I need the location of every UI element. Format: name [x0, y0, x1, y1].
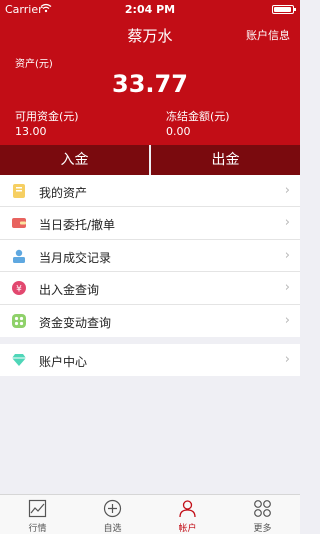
account-menu: 我的资产 › 当日委托/撤单 › 当月成交记录 › ¥ 出入金查询 › 资金变动… [0, 175, 300, 337]
tab-label: 自选 [103, 524, 122, 534]
folder-icon [11, 183, 27, 199]
fund-action-bar: 入金 出金 [0, 145, 300, 175]
status-time: 2:04 PM [124, 3, 176, 16]
dots-icon [11, 313, 27, 329]
deposit-button[interactable]: 入金 [0, 145, 149, 175]
menu-item-my-assets[interactable]: 我的资产 › [0, 175, 300, 208]
menu-item-monthly-trades[interactable]: 当月成交记录 › [0, 240, 300, 273]
wallet-icon [11, 215, 27, 231]
chart-icon [28, 499, 47, 518]
menu-item-label: 当日委托/撤单 [39, 218, 116, 233]
chevron-right-icon: › [284, 280, 290, 296]
menu-item-deposit-withdraw-query[interactable]: ¥ 出入金查询 › [0, 272, 300, 305]
available-funds-value: 13.00 [15, 125, 47, 138]
menu-item-label: 我的资产 [39, 186, 88, 200]
asset-value: 33.77 [112, 70, 188, 98]
money-bag-icon: ¥ [11, 280, 27, 296]
diamond-icon [11, 352, 27, 368]
account-header: 蔡万水 账户信息 资产(元) 33.77 可用资金(元) 13.00 冻结金额(… [0, 18, 300, 145]
menu-item-daily-orders[interactable]: 当日委托/撤单 › [0, 207, 300, 240]
account-info-link[interactable]: 账户信息 [246, 27, 290, 43]
tab-label: 行情 [28, 524, 47, 534]
chevron-right-icon: › [284, 352, 290, 367]
chevron-right-icon: › [284, 183, 290, 198]
menu-item-fund-changes[interactable]: 资金变动查询 › [0, 305, 300, 337]
svg-text:¥: ¥ [16, 285, 22, 295]
plus-circle-icon [103, 499, 122, 518]
battery-icon [272, 5, 296, 14]
frozen-amount-label: 冻结金额(元) [166, 110, 230, 123]
withdraw-button[interactable]: 出金 [151, 145, 300, 175]
tab-more[interactable]: 更多 [225, 495, 300, 534]
menu-item-label: 当月成交记录 [39, 250, 112, 265]
chevron-right-icon: › [284, 215, 290, 231]
tab-bar: 行情 自选 帐户 更多 [0, 494, 300, 534]
person-icon [178, 499, 197, 518]
menu-item-account-center[interactable]: 账户中心 › [0, 344, 300, 376]
tab-label: 更多 [253, 524, 272, 534]
chevron-right-icon: › [284, 247, 290, 263]
menu-item-label: 出入金查询 [39, 283, 100, 298]
tab-label: 帐户 [178, 524, 197, 534]
user-card-icon [11, 248, 27, 264]
tab-market[interactable]: 行情 [0, 495, 75, 534]
tab-watchlist[interactable]: 自选 [75, 495, 150, 534]
frozen-amount-value: 0.00 [166, 125, 191, 138]
tab-account[interactable]: 帐户 [150, 495, 225, 534]
chevron-right-icon: › [284, 312, 290, 328]
menu-item-label: 资金变动查询 [39, 315, 112, 330]
asset-label: 资产(元) [15, 59, 53, 70]
available-funds-label: 可用资金(元) [15, 110, 79, 123]
grid-icon [253, 499, 272, 518]
status-bar: Carrier 2:04 PM [0, 0, 300, 18]
account-center-label: 账户中心 [39, 355, 88, 369]
